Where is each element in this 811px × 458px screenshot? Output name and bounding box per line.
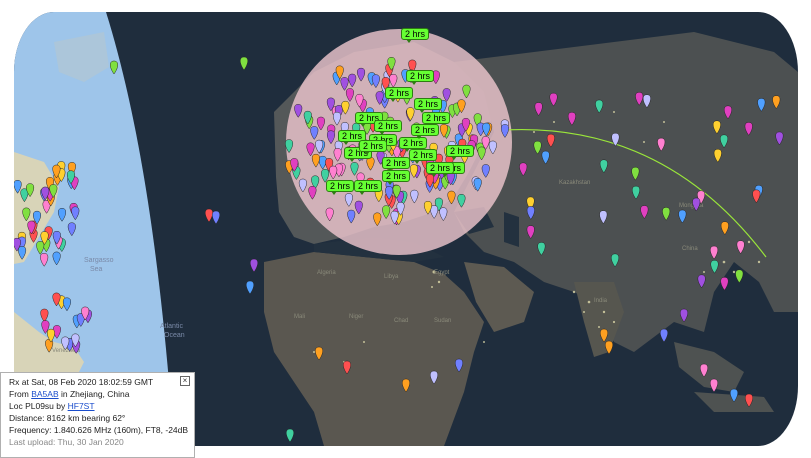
- label-mongolia: Mongolia: [679, 203, 704, 209]
- range-tag: 2 hrs: [382, 170, 411, 185]
- label-mali: Mali: [294, 314, 305, 320]
- label-niger: Niger: [349, 314, 363, 320]
- range-tag: 2 hrs: [411, 124, 440, 139]
- range-tag: 2 hrs: [446, 145, 475, 160]
- label-india: India: [594, 298, 608, 304]
- label-sudan: Sudan: [434, 318, 451, 324]
- info-frequency: Frequency: 1.840.626 MHz (160m), FT8, -2…: [9, 425, 189, 435]
- info-loc-line: Loc PL09su by HF7ST: [9, 400, 190, 412]
- range-tag: 2 hrs: [374, 120, 403, 135]
- label-atlantic-ocean: Ocean: [164, 332, 185, 339]
- info-upload: Last upload: Thu, 30 Jan 2020: [9, 437, 124, 447]
- range-tag: 2 hrs: [385, 87, 414, 102]
- label-algeria: Algeria: [317, 270, 336, 276]
- close-icon[interactable]: ×: [180, 376, 190, 386]
- info-from-prefix: From: [9, 389, 32, 399]
- range-tag: 2 hrs: [414, 98, 443, 113]
- info-loc-prefix: Loc PL09su by: [9, 401, 68, 411]
- range-tag: 2 hrs: [359, 140, 388, 155]
- range-tag: 2 hrs: [409, 149, 438, 164]
- label-kazakhstan: Kazakhstan: [559, 180, 590, 186]
- label-china: China: [682, 246, 698, 252]
- range-tag: 2 hrs: [426, 162, 455, 177]
- range-tag: 2 hrs: [422, 112, 451, 127]
- info-from-suffix: in Zhejiang, China: [58, 389, 130, 399]
- range-tag: 2 hrs: [401, 28, 430, 43]
- range-tag: 2 hrs: [399, 137, 428, 152]
- info-from-line: From BA5AB in Zhejiang, China: [9, 388, 190, 400]
- sea-caspian: [504, 212, 519, 247]
- map-window: Sargasso Sea Atlantic Ocean Venezuela Al…: [0, 0, 811, 458]
- range-tag: 2 hrs: [382, 157, 411, 172]
- label-libya: Libya: [384, 274, 399, 280]
- label-chad: Chad: [394, 318, 408, 324]
- range-tag: 2 hrs: [406, 70, 435, 85]
- label-egypt: Egypt: [434, 270, 450, 276]
- receiver-callsign-link[interactable]: HF7ST: [68, 401, 95, 411]
- range-tag: 2 hrs: [354, 180, 383, 195]
- range-tag: 2 hrs: [326, 180, 355, 195]
- label-sargasso-sea: Sea: [90, 266, 103, 273]
- label-atlantic: Atlantic: [160, 323, 183, 330]
- label-sargasso: Sargasso: [84, 257, 114, 264]
- info-rx-line: Rx at Sat, 08 Feb 2020 18:02:59 GMT: [9, 377, 154, 387]
- from-callsign-link[interactable]: BA5AB: [31, 389, 58, 399]
- info-distance: Distance: 8162 km bearing 62°: [9, 413, 126, 423]
- info-window: × Rx at Sat, 08 Feb 2020 18:02:59 GMT Fr…: [0, 372, 195, 458]
